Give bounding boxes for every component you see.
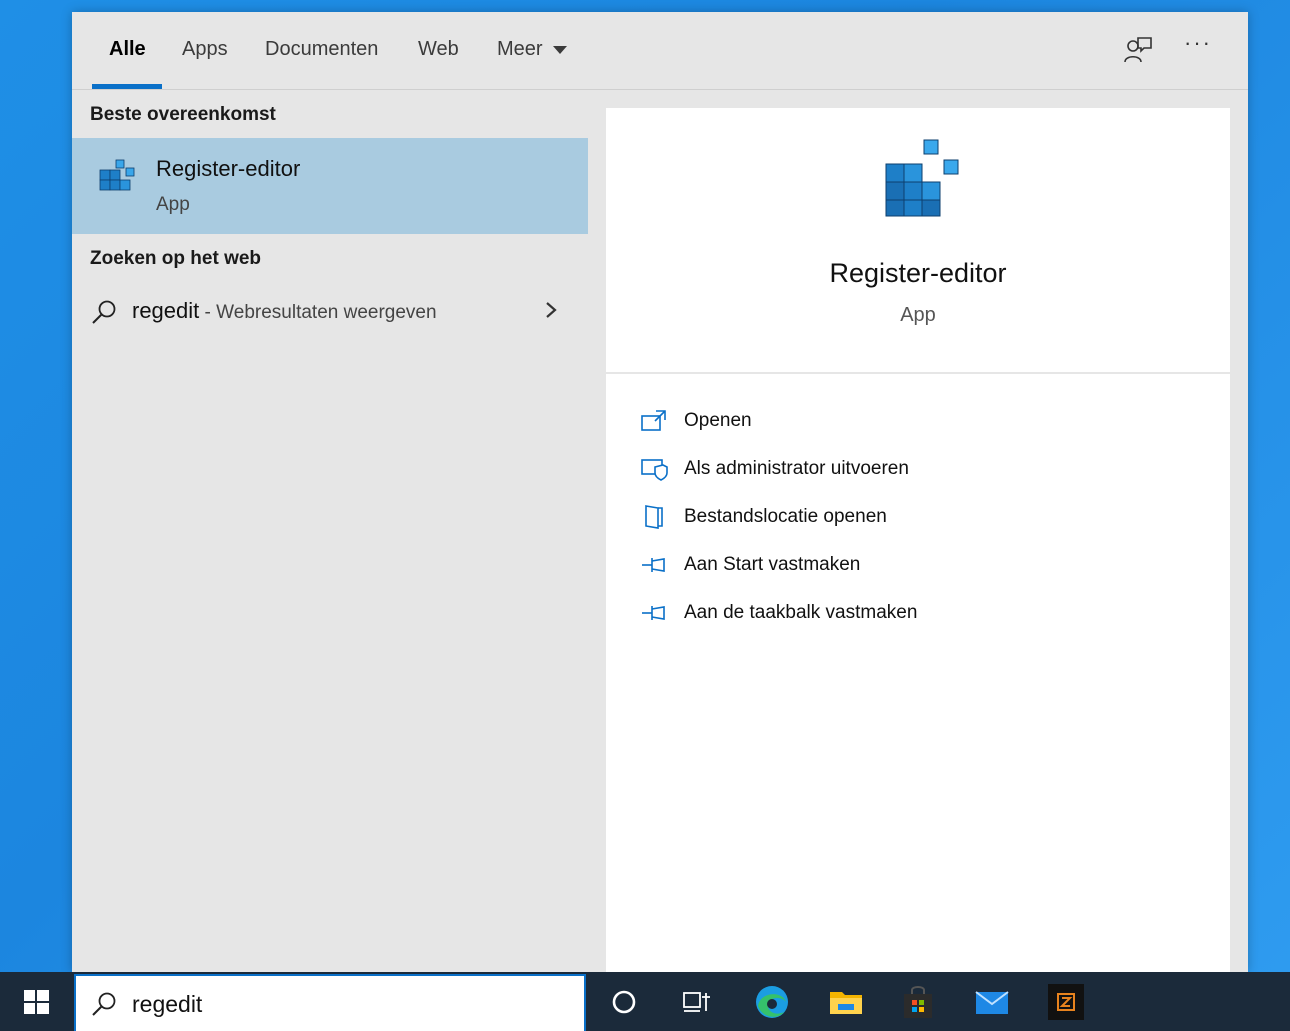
web-query-text: regedit xyxy=(132,298,200,323)
tab-bar: Alle Apps Documenten Web Meer ··· xyxy=(72,12,1248,90)
action-open-label: Openen xyxy=(684,410,752,431)
action-run-as-admin[interactable]: Als administrator uitvoeren xyxy=(606,448,1230,492)
action-pin-start[interactable]: Aan Start vastmaken xyxy=(606,544,1230,588)
tab-apps[interactable]: Apps xyxy=(182,38,228,61)
search-input[interactable] xyxy=(132,986,572,1022)
detail-subtitle: App xyxy=(900,304,936,326)
action-file-location[interactable]: Bestandslocatie openen xyxy=(606,496,1230,540)
action-list: Openen Als administrator uitvoeren Besta… xyxy=(606,374,1230,972)
pin-icon xyxy=(642,606,665,620)
detail-title: Register-editor xyxy=(829,258,1007,288)
web-search-result[interactable]: regedit - Webresultaten weergeven xyxy=(72,290,588,334)
chevron-right-icon[interactable] xyxy=(542,300,560,320)
action-open[interactable]: Openen xyxy=(606,400,1230,444)
results-list: Beste overeenkomst Register-editor App Z… xyxy=(72,90,588,972)
web-search-query: regedit - Webresultaten weergeven xyxy=(132,298,437,324)
active-tab-indicator xyxy=(92,84,162,89)
web-query-hint: - Webresultaten weergeven xyxy=(199,302,437,323)
action-run-as-admin-label: Als administrator uitvoeren xyxy=(684,458,909,479)
feedback-icon[interactable] xyxy=(1122,34,1154,66)
tab-alle[interactable]: Alle xyxy=(109,38,146,61)
tab-documenten[interactable]: Documenten xyxy=(265,38,378,61)
action-pin-taskbar[interactable]: Aan de taakbalk vastmaken xyxy=(606,592,1230,636)
registry-editor-icon xyxy=(99,159,135,191)
search-icon xyxy=(92,300,116,324)
best-match-item[interactable]: Register-editor App xyxy=(72,138,588,234)
windows-start-icon[interactable] xyxy=(0,972,72,1031)
search-icon xyxy=(92,992,116,1016)
best-match-name: Register-editor xyxy=(156,156,301,181)
search-flyout: Alle Apps Documenten Web Meer ··· Beste … xyxy=(72,12,1248,972)
task-view-icon[interactable] xyxy=(676,982,716,1022)
app-z-icon[interactable] xyxy=(1046,982,1086,1022)
more-options-icon[interactable]: ··· xyxy=(1184,30,1212,56)
action-pin-taskbar-label: Aan de taakbalk vastmaken xyxy=(684,602,918,623)
run-as-admin-icon xyxy=(641,459,668,481)
file-location-icon xyxy=(645,505,663,529)
caret-down-icon xyxy=(552,45,567,54)
registry-editor-large-icon xyxy=(885,139,959,217)
taskbar-search-box[interactable] xyxy=(74,974,586,1031)
best-match-type: App xyxy=(156,194,190,215)
pin-icon xyxy=(642,558,665,572)
file-explorer-icon[interactable] xyxy=(826,982,866,1022)
taskbar xyxy=(0,972,1290,1031)
tab-meer[interactable]: Meer xyxy=(497,38,567,61)
action-pin-start-label: Aan Start vastmaken xyxy=(684,554,861,575)
open-icon xyxy=(641,410,666,431)
tab-meer-label: Meer xyxy=(497,38,543,60)
web-search-heading: Zoeken op het web xyxy=(90,248,262,269)
tab-web[interactable]: Web xyxy=(418,38,459,61)
cortana-icon[interactable] xyxy=(604,982,644,1022)
mail-icon[interactable] xyxy=(972,982,1012,1022)
detail-card: Register-editor App xyxy=(606,108,1230,372)
edge-icon[interactable] xyxy=(752,982,792,1022)
best-match-heading: Beste overeenkomst xyxy=(90,104,276,125)
store-icon[interactable] xyxy=(898,982,938,1022)
action-file-location-label: Bestandslocatie openen xyxy=(684,506,887,527)
